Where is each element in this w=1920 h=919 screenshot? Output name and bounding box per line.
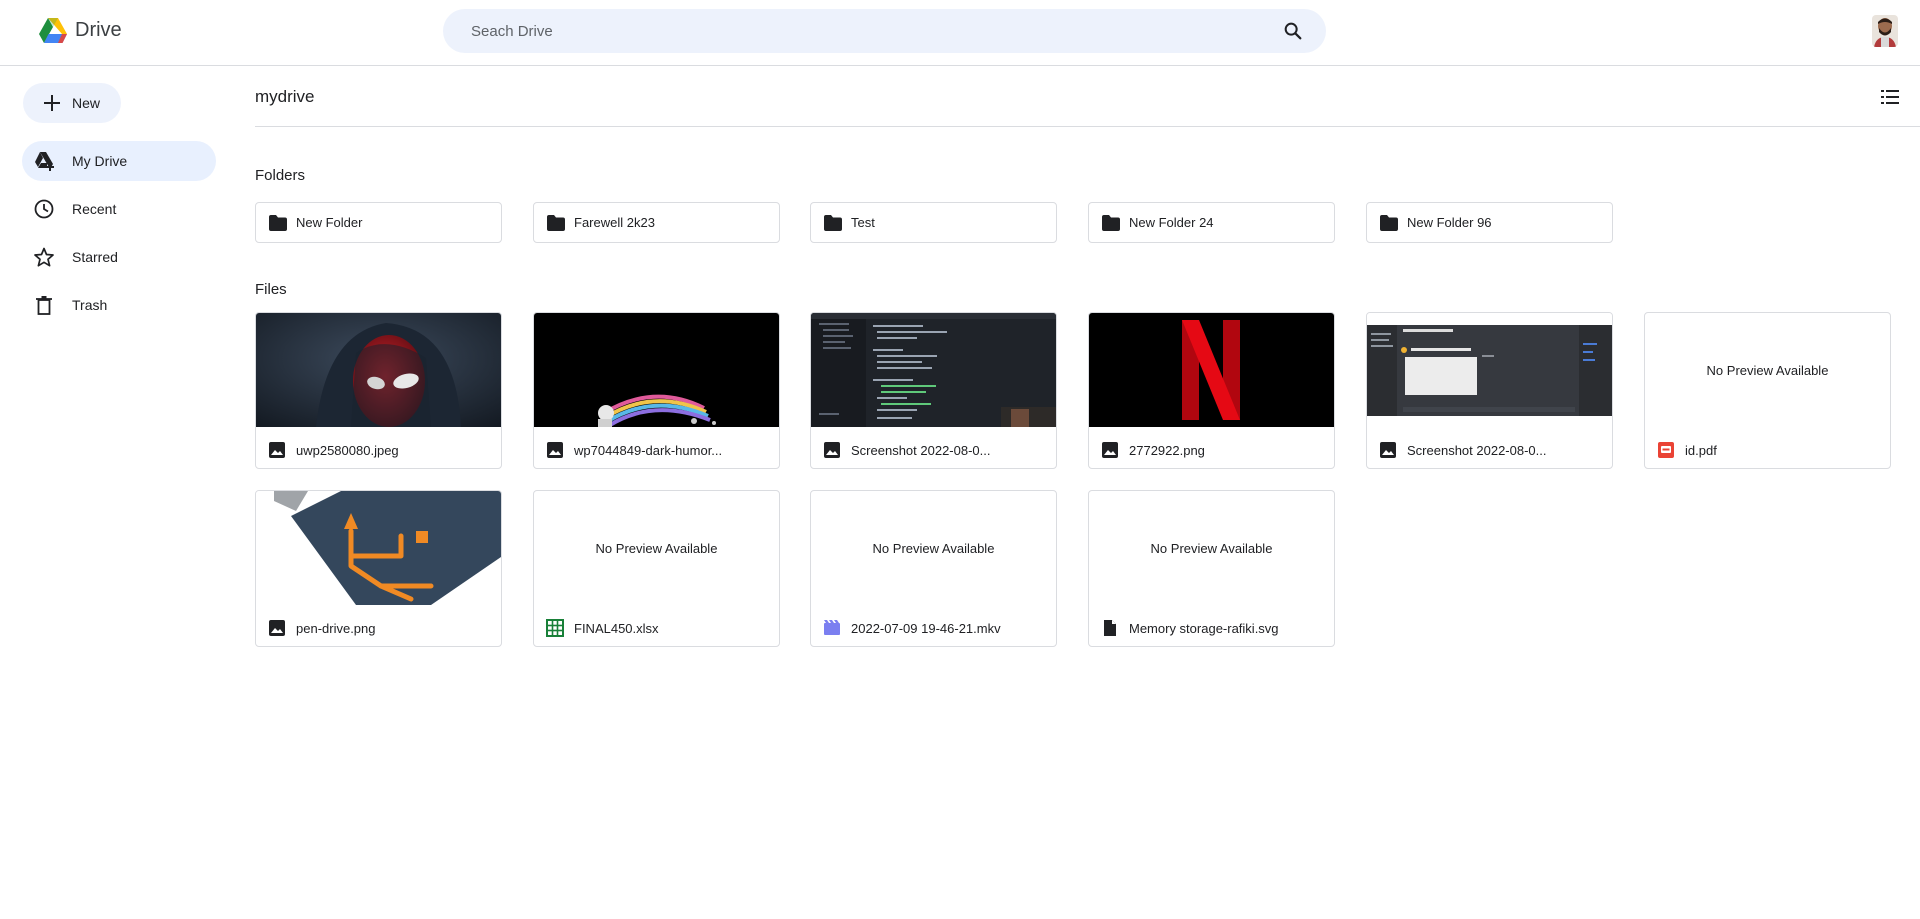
video-icon [824,620,840,635]
folder-card[interactable]: New Folder 96 [1366,202,1613,243]
search-input[interactable] [471,9,1251,53]
pdf-icon [1658,442,1674,458]
main-divider [255,126,1920,127]
sidebar-item-label: My Drive [72,153,128,169]
no-preview-text: No Preview Available [872,540,995,556]
chat-app-screenshot [1367,313,1612,427]
my-drive-icon [35,152,54,171]
file-name: 2772922.png [1129,443,1205,458]
file-name: uwp2580080.jpeg [296,443,399,458]
search-bar[interactable] [443,9,1326,53]
folder-name: New Folder 24 [1129,215,1214,230]
files-heading: Files [255,281,287,298]
clock-icon [34,199,54,219]
file-card[interactable]: No Preview Available 2022-07-09 19-46-21… [810,490,1057,647]
plus-icon [44,95,60,111]
folder-card[interactable]: New Folder 24 [1088,202,1335,243]
astronaut-rainbow-image [534,313,779,427]
avatar-image [1872,15,1898,47]
file-name: Memory storage-rafiki.svg [1129,621,1279,636]
trash-icon [36,296,52,315]
folder-name: Farewell 2k23 [574,215,655,230]
sidebar-item-label: Recent [72,201,117,217]
sidebar-item-label: Trash [72,297,108,313]
folders-heading: Folders [255,167,306,184]
image-icon [269,620,285,636]
folder-icon [824,215,842,231]
image-icon [547,442,563,458]
file-card[interactable]: uwp2580080.jpeg [255,312,502,469]
spreadsheet-icon [546,619,564,637]
sidebar-item-label: Starred [72,249,118,265]
netflix-logo-image [1089,313,1334,427]
code-editor-screenshot [811,313,1056,427]
document-icon [1104,620,1116,636]
file-name: 2022-07-09 19-46-21.mkv [851,621,1001,636]
file-name: Screenshot 2022-08-0... [1407,443,1547,458]
image-icon [269,442,285,458]
file-card[interactable]: No Preview Available Memory storage-rafi… [1088,490,1335,647]
drive-logo-icon[interactable] [38,17,68,45]
app-title[interactable]: Drive [75,19,122,42]
file-card[interactable]: Screenshot 2022-08-0... [1366,312,1613,469]
no-preview-text: No Preview Available [1706,362,1829,378]
star-icon [34,247,54,267]
no-preview-text: No Preview Available [1150,540,1273,556]
sidebar-item-my-drive[interactable]: My Drive [22,141,216,181]
file-card[interactable]: pen-drive.png [255,490,502,647]
folder-icon [1102,215,1120,231]
file-card[interactable]: 2772922.png [1088,312,1335,469]
no-preview-text: No Preview Available [595,540,718,556]
file-name: pen-drive.png [296,621,376,636]
file-card[interactable]: No Preview Available FINAL450.xlsx [533,490,780,647]
image-icon [824,442,840,458]
page-title: mydrive [255,87,315,106]
search-icon[interactable] [1282,20,1304,42]
file-name: id.pdf [1685,443,1717,458]
avatar[interactable] [1872,15,1898,47]
folder-card[interactable]: Farewell 2k23 [533,202,780,243]
sidebar-item-recent[interactable]: Recent [22,189,216,229]
top-header: Drive [0,0,1920,66]
image-icon [1380,442,1396,458]
folder-icon [1380,215,1398,231]
file-card[interactable]: No Preview Available id.pdf [1644,312,1891,469]
file-name: wp7044849-dark-humor... [574,443,723,458]
file-card[interactable]: Screenshot 2022-08-0... [810,312,1057,469]
image-icon [1102,442,1118,458]
folder-name: Test [851,215,875,230]
folder-name: New Folder 96 [1407,215,1492,230]
file-card[interactable]: wp7044849-dark-humor... [533,312,780,469]
sidebar-item-starred[interactable]: Starred [22,237,216,277]
sidebar-item-trash[interactable]: Trash [22,285,216,325]
file-name: Screenshot 2022-08-0... [851,443,991,458]
spiderman-image [256,313,501,427]
new-button-label: New [72,95,101,111]
folder-card[interactable]: New Folder [255,202,502,243]
folder-icon [547,215,565,231]
file-name: FINAL450.xlsx [574,621,659,636]
folder-card[interactable]: Test [810,202,1057,243]
folder-icon [269,215,287,231]
usb-drive-image [256,491,501,605]
list-view-icon[interactable] [1879,86,1901,108]
new-button[interactable]: New [23,83,121,123]
folder-name: New Folder [296,215,363,230]
